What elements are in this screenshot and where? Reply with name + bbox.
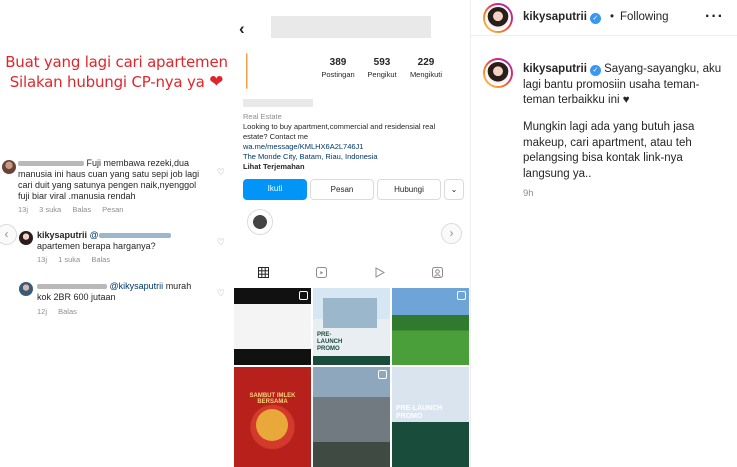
caption-paragraph: Mungkin lagi ada yang butuh jasa makeup,… <box>523 121 695 180</box>
posts-label: Postingan <box>321 70 355 79</box>
comment-time: 13j <box>18 205 29 214</box>
reply-link[interactable]: Balas <box>58 307 77 316</box>
see-translation-link[interactable]: Lihat Terjemahan <box>243 162 305 172</box>
followers-label: Pengikut <box>367 70 397 79</box>
comment-mention[interactable]: @ <box>90 230 99 240</box>
redacted-username <box>18 161 84 167</box>
comment-mention[interactable]: @kikysaputrii <box>110 281 164 291</box>
stat-following[interactable]: 229 Mengikuti <box>401 57 451 81</box>
like-heart-icon[interactable]: ♡ <box>217 237 225 248</box>
comment-meta: 12j Balas <box>37 307 86 316</box>
redacted-mention <box>98 233 171 239</box>
carousel-badge-icon <box>378 370 387 379</box>
caption-username[interactable]: kikysaputrii <box>523 63 587 75</box>
avatar[interactable] <box>19 231 33 245</box>
post-sidebar: kikysaputrii ✓ • Following ··· kikysaputr… <box>470 0 737 467</box>
comment-time: 12j <box>37 307 48 316</box>
grid-icon[interactable] <box>253 267 273 281</box>
video-icon[interactable] <box>369 267 389 281</box>
post-thumbnail[interactable] <box>234 288 311 365</box>
tile-text: PRE-LAUNCH PROMO <box>317 332 343 352</box>
like-heart-icon[interactable]: ♡ <box>217 288 225 299</box>
post-username[interactable]: kikysaputrii ✓ <box>523 11 601 24</box>
reply-link[interactable]: Balas <box>91 255 110 264</box>
comment-text: @kikysaputrii murah kok 2BR 600 jutaan <box>37 281 222 303</box>
post-caption: kikysaputrii ✓ Sayang-sayangku, aku lagi … <box>523 62 723 109</box>
following-label: Mengikuti <box>409 70 443 79</box>
posts-count: 389 <box>329 57 347 68</box>
comments-screenshot: Buat yang lagi cari apartemen Silakan hu… <box>0 0 233 467</box>
contact-button[interactable]: Hubungi <box>377 179 441 200</box>
bio-link[interactable]: wa.me/message/KMLHX6A2L746J1 <box>243 142 363 152</box>
post-time[interactable]: 9h <box>523 188 534 199</box>
story-highlight[interactable] <box>247 209 273 235</box>
reply-link[interactable]: Balas <box>72 205 91 214</box>
following-count: 229 <box>417 57 435 68</box>
carousel-badge-icon <box>457 291 466 300</box>
overlay-caption-line2: Silakan hubungi CP-nya ya <box>9 73 205 91</box>
comment-line: Fuji membawa rezeki,dua <box>86 158 190 168</box>
comment-line: fuji biar viral .manusia rendah <box>18 191 136 201</box>
comment-line: apartemen berapa harganya? <box>37 241 156 251</box>
comment-time: 13j <box>37 255 48 264</box>
redacted-name <box>243 99 313 107</box>
tile-text: PRE-LAUNCH PROMO <box>396 405 443 420</box>
redacted-header <box>271 16 431 38</box>
message-button[interactable]: Pesan <box>310 179 374 200</box>
profile-screenshot: ‹ 389 Postingan 593 Pengikut 229 Mengiku… <box>233 0 470 467</box>
separator: • <box>610 11 615 23</box>
post-thumbnail[interactable]: PRE-LAUNCH PROMO <box>313 288 390 365</box>
stat-followers[interactable]: 593 Pengikut <box>357 57 407 81</box>
verified-badge-icon: ✓ <box>589 65 601 76</box>
overlay-caption-line1: Buat yang lagi cari apartemen <box>5 53 228 71</box>
bio-location[interactable]: The Monde City, Batam, Riau, Indonesia <box>243 152 378 162</box>
comment-line: kok 2BR 600 jutaan <box>37 292 116 302</box>
comment-likes[interactable]: 3 suka <box>39 205 61 214</box>
reels-icon[interactable] <box>311 267 331 281</box>
comment-text: Fuji membawa rezeki,dua manusia ini haus… <box>18 158 218 202</box>
comment-meta: 13j 3 suka Balas Pesan <box>18 205 132 214</box>
comment-text: kikysaputrii @ apartemen berapa harganya… <box>37 230 217 252</box>
verified-badge-icon: ✓ <box>589 13 601 24</box>
tile-text: SAMBUT IMLEK BERSAMA <box>249 393 296 405</box>
redacted-username <box>37 284 107 290</box>
comment-username[interactable]: kikysaputrii <box>37 230 87 240</box>
prev-arrow-icon[interactable]: ‹ <box>0 224 17 245</box>
suggested-dropdown-button[interactable]: ⌄ <box>444 179 464 200</box>
profile-avatar[interactable] <box>239 53 262 89</box>
stat-posts[interactable]: 389 Postingan <box>313 57 363 81</box>
like-heart-icon[interactable]: ♡ <box>217 167 225 178</box>
back-arrow-icon[interactable]: ‹ <box>239 19 245 39</box>
next-arrow-icon[interactable]: › <box>441 223 462 244</box>
comment-line: manusia ini haus cuan yang satu sepi job… <box>18 169 200 179</box>
avatar[interactable] <box>2 160 16 174</box>
post-thumbnail[interactable] <box>313 367 390 467</box>
post-thumbnail[interactable]: PRE-LAUNCH PROMO <box>392 367 469 467</box>
post-thumbnail[interactable]: SAMBUT IMLEK BERSAMA <box>234 367 311 467</box>
tagged-icon[interactable] <box>427 267 447 281</box>
avatar[interactable] <box>19 282 33 296</box>
comment-meta: 13j 1 suka Balas <box>37 255 119 264</box>
avatar[interactable] <box>483 58 513 88</box>
avatar[interactable] <box>483 3 513 33</box>
reel-badge-icon <box>299 291 308 300</box>
post-thumbnail[interactable] <box>392 288 469 365</box>
comment-line: cari duit yang satunya pengen naik,nyeng… <box>18 180 197 190</box>
comment-line: murah <box>165 281 192 291</box>
post-header: kikysaputrii ✓ • Following ··· <box>471 0 737 36</box>
message-link[interactable]: Pesan <box>102 205 123 214</box>
followers-count: 593 <box>373 57 391 68</box>
bio-line: Looking to buy apartment,commercial and … <box>243 122 436 131</box>
comment-likes[interactable]: 1 suka <box>58 255 80 264</box>
heart-icon: ❤ <box>209 72 224 92</box>
username-text[interactable]: kikysaputrii <box>523 11 587 23</box>
bio-line: estate? Contact me <box>243 132 309 141</box>
overlay-caption: Buat yang lagi cari apartemen Silakan hu… <box>0 52 233 92</box>
profile-category: Real Estate <box>243 112 282 121</box>
following-button[interactable]: Following <box>620 11 669 23</box>
follow-button[interactable]: Ikuti <box>243 179 307 200</box>
more-options-icon[interactable]: ··· <box>705 8 724 26</box>
